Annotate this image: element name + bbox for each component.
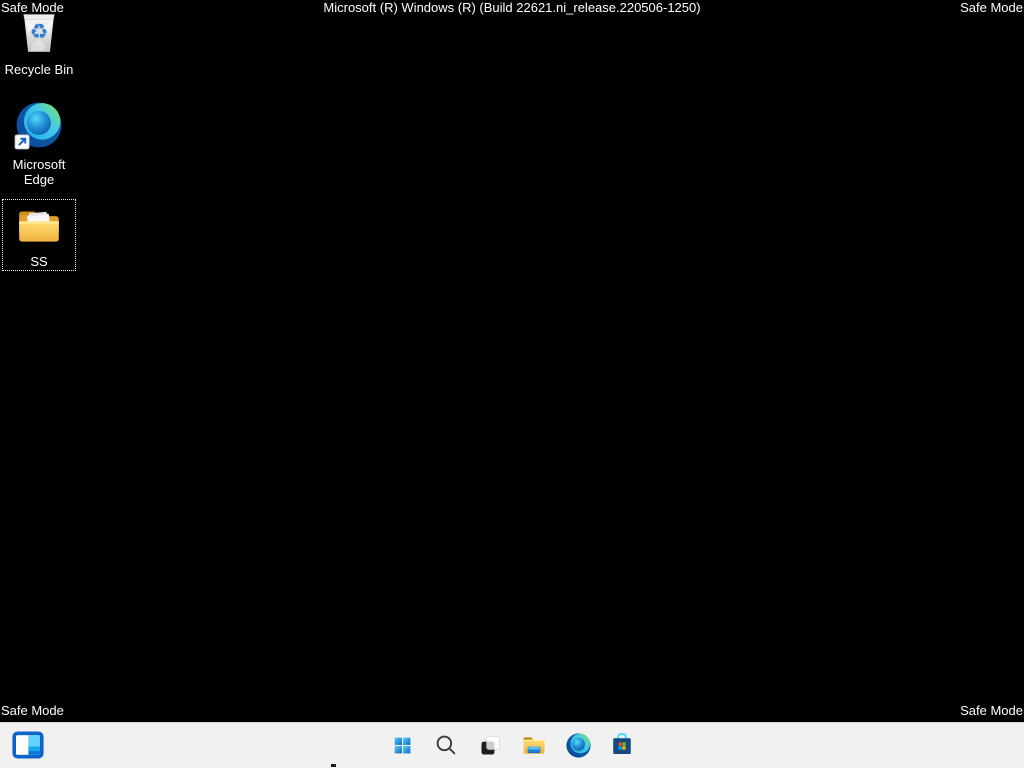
search-icon	[433, 732, 459, 758]
microsoft-store-icon	[608, 731, 636, 759]
shortcut-arrow-badge	[15, 135, 29, 149]
safe-mode-label-top-right: Safe Mode	[960, 0, 1023, 16]
desktop-icon-recycle-bin[interactable]: ♻ Recycle Bin	[0, 5, 78, 77]
desktop-icon-label: Microsoft Edge	[3, 157, 75, 187]
desktop-icon-label: Recycle Bin	[5, 62, 74, 77]
file-explorer-icon	[520, 731, 548, 759]
file-explorer-button[interactable]	[514, 725, 554, 765]
desktop: Safe Mode Microsoft (R) Windows (R) (Bui…	[0, 0, 1024, 768]
safe-mode-label-bottom-left: Safe Mode	[1, 703, 64, 719]
stray-cursor-mark	[331, 764, 336, 767]
desktop-icon-microsoft-edge[interactable]: Microsoft Edge	[0, 100, 78, 187]
start-button[interactable]	[382, 725, 422, 765]
taskbar	[0, 722, 1024, 768]
windows-build-text: Microsoft (R) Windows (R) (Build 22621.n…	[0, 0, 1024, 16]
microsoft-store-button[interactable]	[602, 725, 642, 765]
svg-text:♻: ♻	[30, 19, 49, 43]
folder-icon	[14, 203, 64, 252]
task-view-icon	[477, 732, 504, 759]
edge-icon	[565, 732, 592, 759]
recycle-bin-icon: ♻	[14, 5, 64, 60]
search-button[interactable]	[426, 725, 466, 765]
windows-start-icon	[389, 732, 416, 759]
taskbar-center-group	[382, 725, 642, 765]
widgets-icon	[11, 730, 45, 760]
edge-button[interactable]	[558, 725, 598, 765]
edge-icon	[14, 100, 64, 155]
desktop-icon-ss-folder[interactable]: SS	[2, 199, 76, 271]
safe-mode-label-bottom-right: Safe Mode	[960, 703, 1023, 719]
widgets-button[interactable]	[8, 725, 48, 765]
desktop-icon-label: SS	[30, 254, 47, 269]
task-view-button[interactable]	[470, 725, 510, 765]
